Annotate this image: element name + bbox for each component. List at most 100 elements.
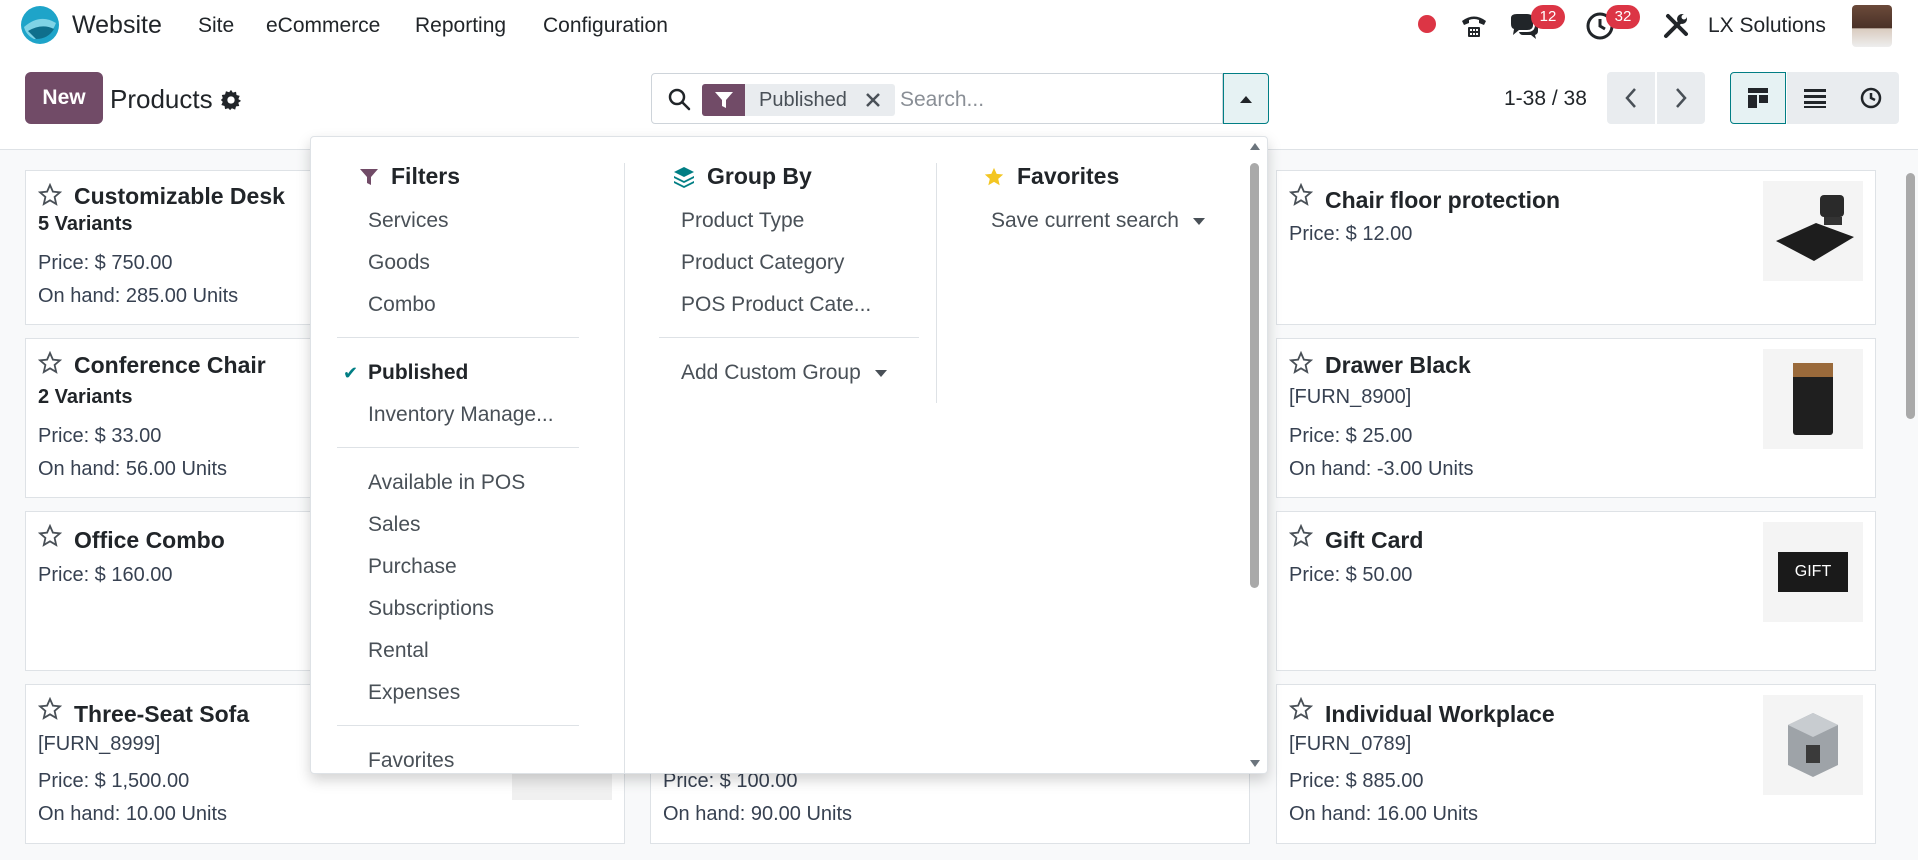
filter-available-in-pos[interactable]: Available in POS: [368, 471, 525, 495]
product-card[interactable]: Gift Card Price: $ 50.00 GIFT: [1276, 511, 1876, 671]
filter-rental[interactable]: Rental: [368, 639, 429, 663]
gift-card-label: GIFT: [1778, 552, 1848, 592]
scroll-down-arrow-icon[interactable]: [1249, 759, 1261, 769]
clock-icon: [1860, 87, 1882, 109]
tools-icon[interactable]: [1660, 10, 1692, 42]
search-input[interactable]: [900, 84, 1200, 116]
product-card[interactable]: Chair floor protection Price: $ 12.00: [1276, 170, 1876, 325]
phone-icon[interactable]: [1458, 10, 1490, 42]
group-by-header: Group By: [673, 163, 812, 190]
search-panel-dropdown: Filters Services Goods Combo ✔ Published…: [310, 136, 1268, 774]
star-icon[interactable]: [1289, 524, 1313, 548]
dropdown-scrollbar-thumb[interactable]: [1250, 163, 1259, 588]
favorites-header: Favorites: [983, 163, 1119, 190]
product-variants: 2 Variants: [38, 386, 133, 408]
product-image: [1763, 349, 1863, 449]
scroll-up-arrow-icon[interactable]: [1249, 141, 1261, 151]
groupby-pos-product-category[interactable]: POS Product Cate...: [681, 293, 871, 317]
product-onhand: On hand: -3.00 Units: [1289, 458, 1474, 480]
star-icon[interactable]: [38, 697, 62, 721]
new-button[interactable]: New: [25, 72, 103, 124]
chevron-right-icon: [1676, 88, 1687, 108]
product-name: Individual Workplace: [1325, 701, 1555, 727]
filter-published[interactable]: Published: [368, 361, 468, 385]
filter-purchase[interactable]: Purchase: [368, 555, 457, 579]
filter-combo[interactable]: Combo: [368, 293, 436, 317]
user-avatar[interactable]: [1852, 5, 1892, 47]
filter-facet-icon: [702, 84, 745, 116]
search-bar[interactable]: Published: [651, 73, 1223, 124]
kanban-view-button[interactable]: [1730, 72, 1786, 124]
product-name: Office Combo: [74, 527, 225, 553]
filter-services[interactable]: Services: [368, 209, 449, 233]
product-price: Price: $ 12.00: [1289, 223, 1413, 245]
product-reference: [FURN_8999]: [38, 733, 161, 755]
list-view-button[interactable]: [1787, 72, 1843, 124]
star-icon[interactable]: [38, 183, 62, 207]
search-icon: [668, 88, 691, 111]
product-variants: 5 Variants: [38, 213, 133, 235]
record-indicator-icon[interactable]: [1418, 15, 1436, 33]
top-navbar: Website Site eCommerce Reporting Configu…: [0, 0, 1918, 53]
menu-site[interactable]: Site: [198, 14, 234, 38]
menu-configuration[interactable]: Configuration: [543, 14, 668, 38]
product-price: Price: $ 160.00: [38, 564, 173, 586]
star-icon[interactable]: [1289, 697, 1313, 721]
add-custom-group-select[interactable]: Add Custom Group: [681, 361, 887, 385]
star-icon[interactable]: [1289, 351, 1313, 375]
toggle-search-panel-button[interactable]: [1223, 73, 1269, 124]
product-name: Gift Card: [1325, 527, 1424, 553]
product-name: Chair floor protection: [1325, 187, 1561, 213]
remove-facet-icon[interactable]: [861, 84, 885, 116]
groupby-product-type[interactable]: Product Type: [681, 209, 804, 233]
filter-subscriptions[interactable]: Subscriptions: [368, 597, 494, 621]
menu-ecommerce[interactable]: eCommerce: [266, 14, 380, 38]
page-title: Products: [110, 84, 213, 114]
check-icon: ✔: [343, 363, 359, 383]
filter-goods[interactable]: Goods: [368, 251, 430, 275]
activity-view-button[interactable]: [1843, 72, 1899, 124]
product-onhand: On hand: 90.00 Units: [663, 803, 853, 825]
filter-inventory-management[interactable]: Inventory Manage...: [368, 403, 554, 427]
caret-up-icon: [1240, 95, 1252, 103]
product-onhand: On hand: 285.00 Units: [38, 285, 239, 307]
product-name: Three-Seat Sofa: [74, 701, 250, 727]
product-reference: [FURN_8900]: [1289, 386, 1412, 408]
messages-badge: 12: [1531, 5, 1565, 29]
page-scrollbar[interactable]: [1906, 173, 1915, 419]
filters-header: Filters: [359, 163, 460, 190]
product-price: Price: $ 750.00: [38, 252, 173, 274]
product-image: GIFT: [1763, 522, 1863, 622]
save-current-search-toggle[interactable]: Save current search: [991, 209, 1205, 233]
product-name: Customizable Desk: [74, 183, 285, 209]
gear-icon[interactable]: [220, 89, 242, 111]
filter-favorites[interactable]: Favorites: [368, 749, 454, 773]
star-icon[interactable]: [1289, 183, 1313, 207]
groupby-product-category[interactable]: Product Category: [681, 251, 844, 275]
caret-down-icon: [1192, 217, 1205, 225]
filter-sales[interactable]: Sales: [368, 513, 421, 537]
filter-expenses[interactable]: Expenses: [368, 681, 460, 705]
menu-reporting[interactable]: Reporting: [415, 14, 506, 38]
product-price: Price: $ 25.00: [1289, 425, 1413, 447]
pager-next-button[interactable]: [1657, 72, 1705, 124]
pager-previous-button[interactable]: [1607, 72, 1655, 124]
star-filled-icon: [984, 167, 1004, 185]
app-name[interactable]: Website: [72, 11, 162, 40]
product-card[interactable]: Drawer Black [FURN_8900] Price: $ 25.00 …: [1276, 338, 1876, 498]
divider: [337, 337, 579, 338]
product-name: Drawer Black: [1325, 352, 1471, 378]
pager-value[interactable]: 1-38 / 38: [1504, 87, 1587, 111]
product-card[interactable]: Individual Workplace [FURN_0789] Price: …: [1276, 684, 1876, 844]
star-icon[interactable]: [38, 524, 62, 548]
divider: [337, 447, 579, 448]
website-app-icon[interactable]: [20, 5, 60, 45]
search-facet: Published: [702, 84, 895, 116]
product-price: Price: $ 1,500.00: [38, 770, 190, 792]
product-name: Conference Chair: [74, 352, 266, 378]
filter-icon: [360, 168, 378, 185]
product-reference: [FURN_0789]: [1289, 733, 1412, 755]
company-switcher[interactable]: LX Solutions: [1708, 14, 1826, 38]
star-icon[interactable]: [38, 351, 62, 375]
divider: [659, 337, 919, 338]
